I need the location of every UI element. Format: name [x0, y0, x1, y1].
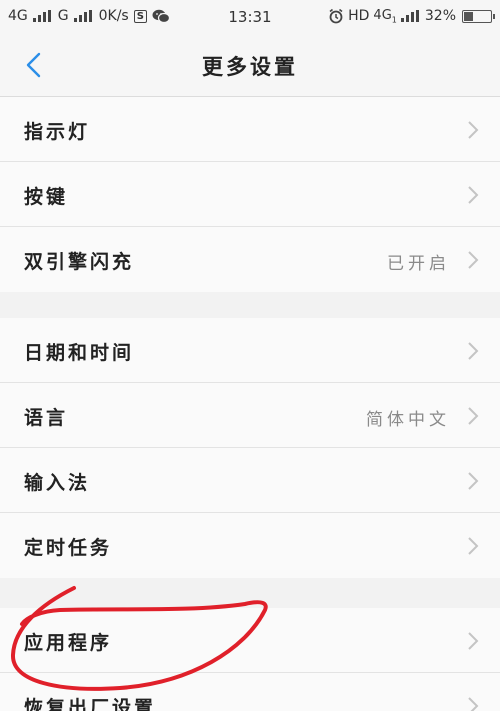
- settings-group-3: 应用程序 恢复出厂设置: [0, 608, 500, 711]
- hd-label: HD: [348, 8, 370, 25]
- page-title: 更多设置: [202, 55, 298, 79]
- settings-item-indicator-light[interactable]: 指示灯: [0, 97, 500, 162]
- settings-item-factory-reset[interactable]: 恢复出厂设置: [0, 673, 500, 711]
- settings-item-applications[interactable]: 应用程序: [0, 608, 500, 673]
- settings-item-input-method[interactable]: 输入法: [0, 448, 500, 513]
- chevron-right-icon: [468, 537, 479, 555]
- status-bar: 4G G 0K/s S 13:31 HD 4G1 32%: [0, 0, 500, 34]
- chevron-right-icon: [468, 342, 479, 360]
- settings-item-label: 恢复出厂设置: [24, 697, 157, 711]
- settings-group-2: 日期和时间 语言 简体中文 输入法 定时任务: [0, 318, 500, 578]
- settings-item-language[interactable]: 语言 简体中文: [0, 383, 500, 448]
- settings-item-buttons[interactable]: 按键: [0, 162, 500, 227]
- settings-item-label: 双引擎闪充: [24, 251, 135, 273]
- chevron-right-icon: [468, 251, 479, 269]
- status-right: HD 4G1 32%: [328, 8, 495, 25]
- signal-icon: [400, 10, 419, 23]
- settings-item-value: 已开启: [387, 254, 450, 274]
- settings-item-value: 简体中文: [366, 410, 450, 430]
- settings-item-label: 指示灯: [24, 121, 91, 143]
- battery-icon: [462, 9, 495, 23]
- chevron-right-icon: [468, 407, 479, 425]
- settings-item-label: 语言: [24, 407, 69, 429]
- settings-item-label: 应用程序: [24, 632, 113, 654]
- alarm-icon: [329, 9, 343, 24]
- title-bar: 更多设置: [0, 34, 500, 97]
- settings-item-label: 日期和时间: [24, 342, 135, 364]
- chevron-right-icon: [468, 697, 479, 711]
- chevron-right-icon: [468, 121, 479, 139]
- settings-item-label: 定时任务: [24, 537, 113, 559]
- settings-item-scheduled-tasks[interactable]: 定时任务: [0, 513, 500, 578]
- chevron-right-icon: [468, 632, 479, 650]
- settings-group-1: 指示灯 按键 双引擎闪充 已开启: [0, 97, 500, 292]
- network-type-3: 4G1: [373, 8, 397, 25]
- chevron-right-icon: [468, 186, 479, 204]
- settings-item-label: 输入法: [24, 472, 91, 494]
- chevron-right-icon: [468, 472, 479, 490]
- battery-percent: 32%: [424, 8, 456, 25]
- settings-item-dual-engine-flash-charge[interactable]: 双引擎闪充 已开启: [0, 227, 500, 292]
- settings-item-label: 按键: [24, 186, 69, 208]
- settings-item-date-time[interactable]: 日期和时间: [0, 318, 500, 383]
